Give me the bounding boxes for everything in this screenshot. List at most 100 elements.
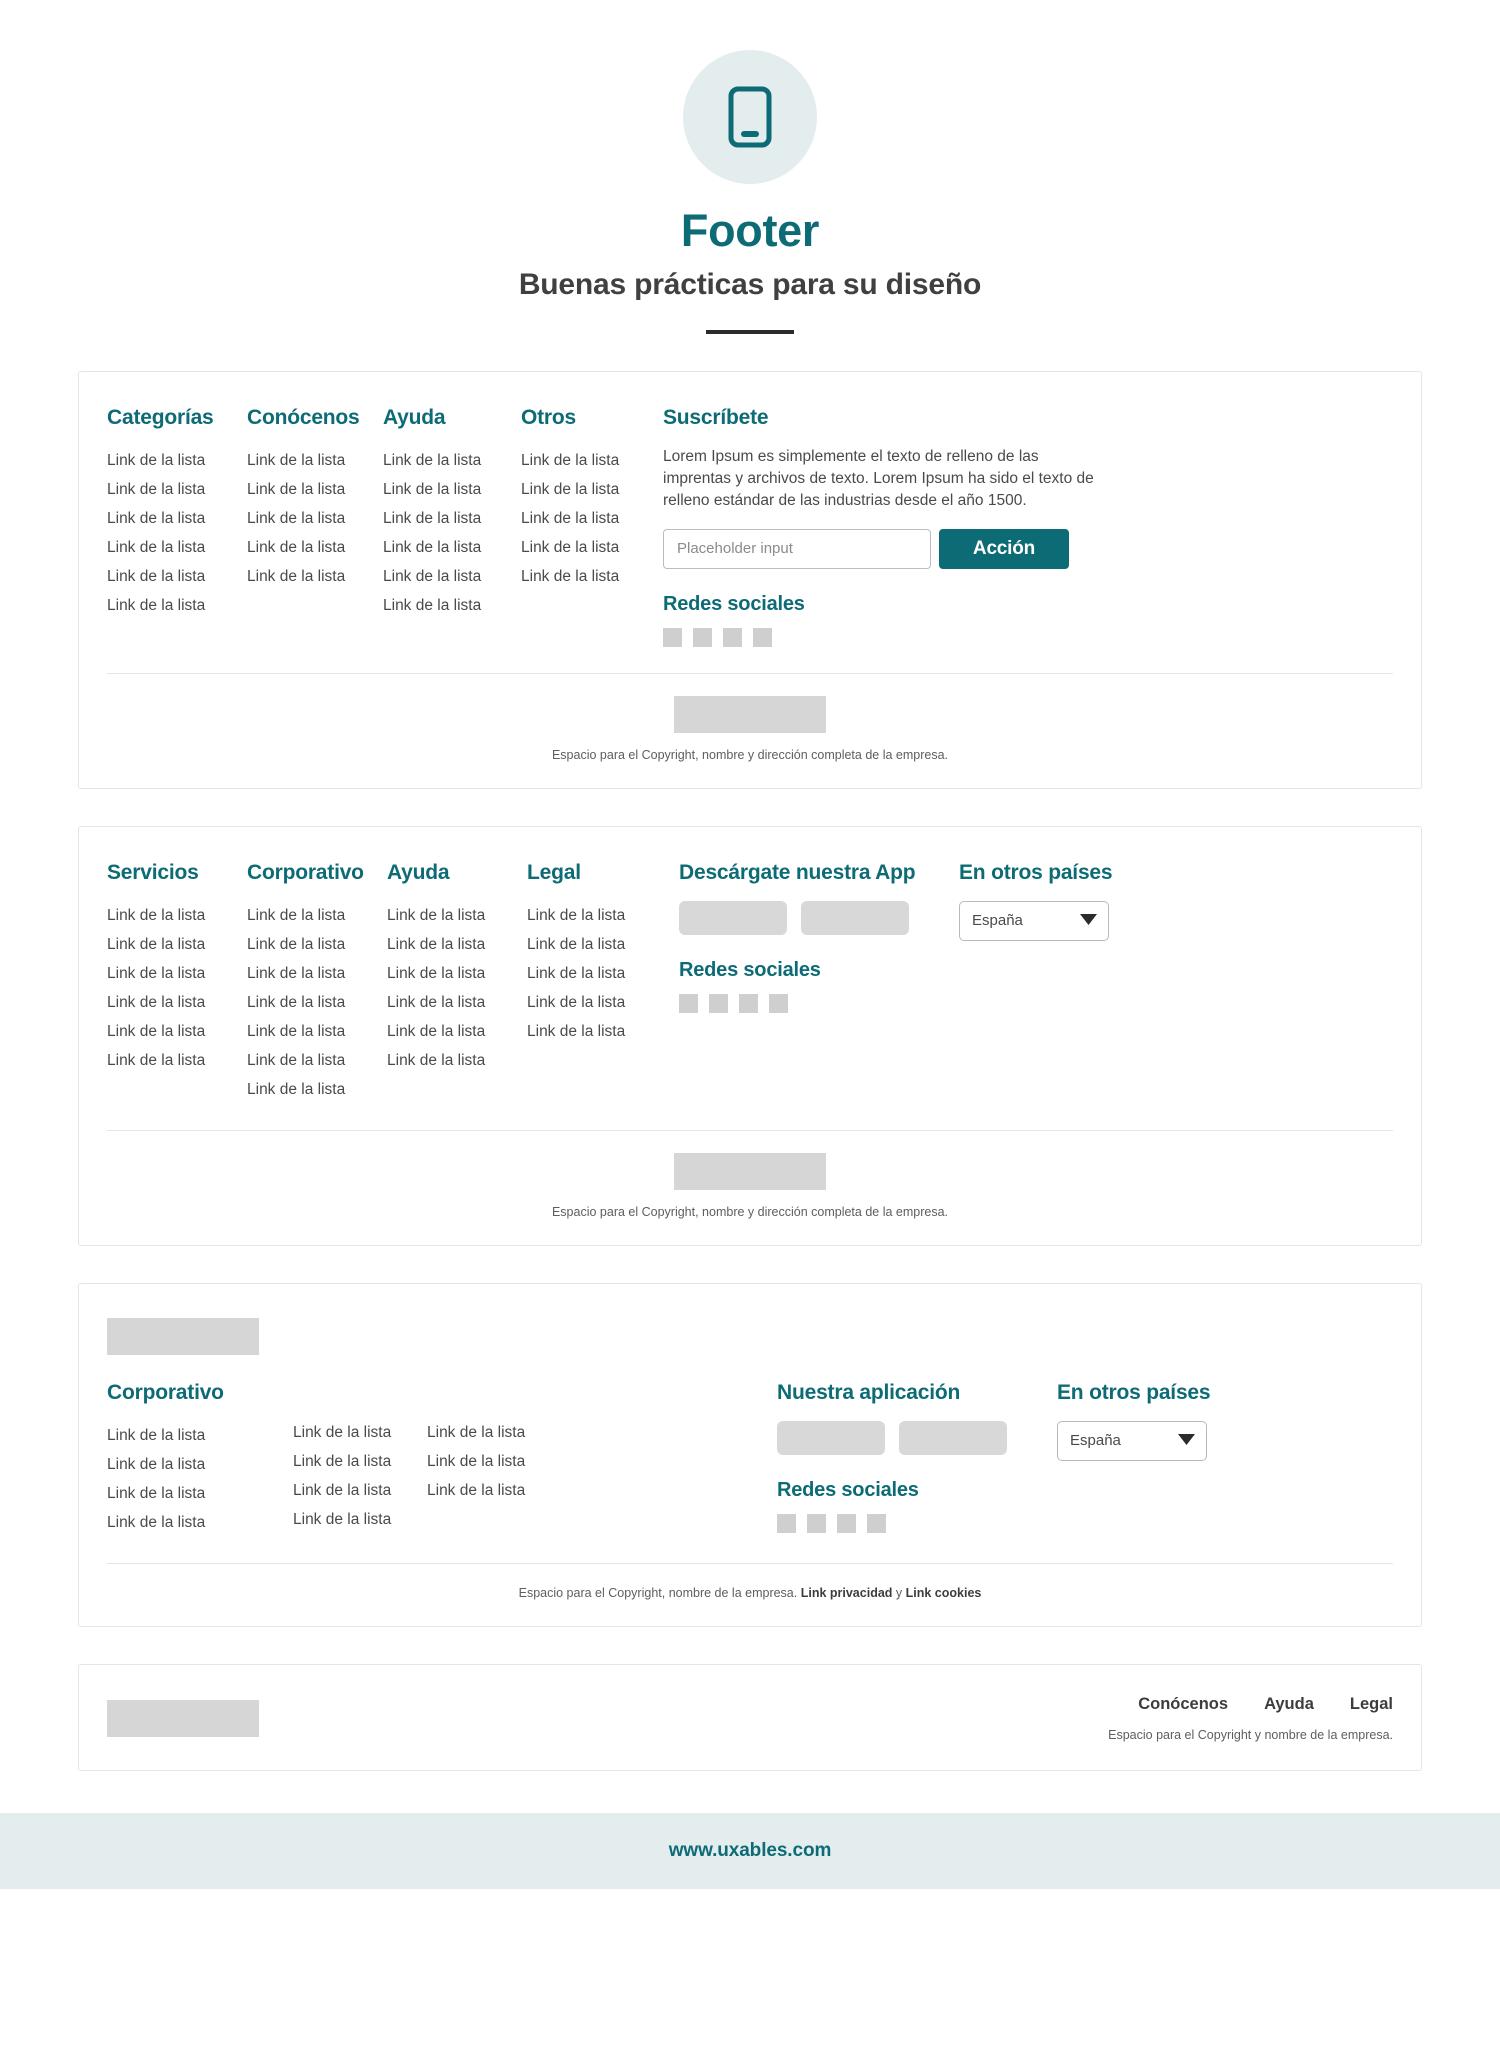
- list-item[interactable]: Link de la lista: [107, 504, 247, 533]
- list-item[interactable]: Link de la lista: [107, 930, 247, 959]
- list-item[interactable]: Link de la lista: [247, 504, 383, 533]
- list-item[interactable]: Link de la lista: [387, 959, 527, 988]
- list-item[interactable]: Link de la lista: [527, 930, 679, 959]
- list-item[interactable]: Link de la lista: [107, 475, 247, 504]
- list-item[interactable]: Link de la lista: [427, 1476, 777, 1505]
- list-item[interactable]: Link de la lista: [247, 1017, 387, 1046]
- list-item[interactable]: Link de la lista: [387, 988, 527, 1017]
- list-item[interactable]: Link de la lista: [293, 1447, 427, 1476]
- column-heading: Ayuda: [383, 405, 446, 429]
- country-select[interactable]: España: [959, 900, 1109, 941]
- site-url-link[interactable]: www.uxables.com: [669, 1840, 832, 1862]
- app-download-heading: Descárgate nuestra App: [679, 860, 916, 884]
- app-download-heading: Nuestra aplicación: [777, 1380, 961, 1404]
- app-store-badge[interactable]: [679, 900, 787, 935]
- app-store-badge[interactable]: [777, 1420, 885, 1455]
- list-item[interactable]: Link de la lista: [383, 533, 521, 562]
- list-item[interactable]: Link de la lista: [383, 504, 521, 533]
- list-item[interactable]: Link de la lista: [107, 533, 247, 562]
- subscribe-action-button[interactable]: Acción: [939, 528, 1069, 569]
- social-icon-2[interactable]: [709, 993, 728, 1013]
- social-icon-4[interactable]: [867, 1513, 886, 1533]
- link-column-corporativo: Corporativo Link de la lista Link de la …: [247, 861, 387, 1104]
- list-item[interactable]: Link de la lista: [247, 475, 383, 504]
- social-icon-1[interactable]: [777, 1513, 796, 1533]
- list-item[interactable]: Link de la lista: [521, 475, 663, 504]
- link-column-2: Link de la lista Link de la lista Link d…: [293, 1381, 427, 1534]
- list-item[interactable]: Link de la lista: [107, 591, 247, 620]
- country-heading: En otros países: [959, 860, 1113, 884]
- list-item[interactable]: Link de la lista: [247, 959, 387, 988]
- list-item[interactable]: Link de la lista: [383, 446, 521, 475]
- privacy-link[interactable]: Link privacidad: [801, 1586, 893, 1600]
- column-heading: Conócenos: [247, 405, 360, 429]
- social-icon-2[interactable]: [807, 1513, 826, 1533]
- nav-link-conocenos[interactable]: Conócenos: [1138, 1695, 1228, 1714]
- list-item[interactable]: Link de la lista: [107, 1508, 293, 1537]
- list-item[interactable]: Link de la lista: [107, 1479, 293, 1508]
- list-item[interactable]: Link de la lista: [383, 475, 521, 504]
- country-select[interactable]: España: [1057, 1420, 1207, 1461]
- subscribe-email-input[interactable]: [663, 528, 931, 569]
- list-item[interactable]: Link de la lista: [527, 1017, 679, 1046]
- list-item[interactable]: Link de la lista: [107, 988, 247, 1017]
- subscribe-paragraph: Lorem Ipsum es simplemente el texto de r…: [663, 447, 1094, 509]
- list-item[interactable]: Link de la lista: [387, 901, 527, 930]
- google-play-badge[interactable]: [801, 900, 909, 935]
- list-item[interactable]: Link de la lista: [247, 988, 387, 1017]
- cookies-link[interactable]: Link cookies: [906, 1586, 982, 1600]
- social-icon-2[interactable]: [693, 627, 712, 647]
- list-item[interactable]: Link de la lista: [387, 1017, 527, 1046]
- list-item[interactable]: Link de la lista: [521, 504, 663, 533]
- nav-link-legal[interactable]: Legal: [1350, 1695, 1393, 1714]
- list-item[interactable]: Link de la lista: [247, 930, 387, 959]
- list-item[interactable]: Link de la lista: [247, 1075, 387, 1104]
- list-item[interactable]: Link de la lista: [527, 959, 679, 988]
- google-play-badge[interactable]: [899, 1420, 1007, 1455]
- list-item[interactable]: Link de la lista: [107, 959, 247, 988]
- list-item[interactable]: Link de la lista: [247, 446, 383, 475]
- page-subtitle: Buenas prácticas para su diseño: [518, 267, 982, 301]
- list-item[interactable]: Link de la lista: [293, 1418, 427, 1447]
- list-item[interactable]: Link de la lista: [247, 901, 387, 930]
- list-item[interactable]: Link de la lista: [521, 562, 663, 591]
- link-column-corporativo: Corporativo Link de la lista Link de la …: [107, 1381, 293, 1537]
- list-item[interactable]: Link de la lista: [247, 1046, 387, 1075]
- country-select-wrapper: España: [959, 900, 1109, 941]
- card2-columns: Servicios Link de la lista Link de la li…: [107, 861, 1393, 1104]
- list-item[interactable]: Link de la lista: [527, 988, 679, 1017]
- footer-variant-2-card: Servicios Link de la lista Link de la li…: [78, 825, 1422, 1246]
- list-item[interactable]: Link de la lista: [107, 446, 247, 475]
- app-badges-row: [679, 900, 959, 935]
- list-item[interactable]: Link de la lista: [527, 901, 679, 930]
- list-item[interactable]: Link de la lista: [247, 562, 383, 591]
- list-item[interactable]: Link de la lista: [293, 1505, 427, 1534]
- list-item[interactable]: Link de la lista: [427, 1447, 777, 1476]
- list-item[interactable]: Link de la lista: [427, 1418, 777, 1447]
- list-item[interactable]: Link de la lista: [247, 533, 383, 562]
- list-item[interactable]: Link de la lista: [107, 901, 247, 930]
- social-icon-3[interactable]: [837, 1513, 856, 1533]
- nav-link-ayuda[interactable]: Ayuda: [1264, 1695, 1314, 1714]
- list-item[interactable]: Link de la lista: [293, 1476, 427, 1505]
- title-divider: [706, 329, 794, 334]
- social-icons-row: [679, 993, 959, 1013]
- social-icon-1[interactable]: [679, 993, 698, 1013]
- list-item[interactable]: Link de la lista: [107, 1421, 293, 1450]
- list-item[interactable]: Link de la lista: [107, 562, 247, 591]
- social-icon-4[interactable]: [769, 993, 788, 1013]
- social-icon-4[interactable]: [753, 627, 772, 647]
- list-item[interactable]: Link de la lista: [107, 1017, 247, 1046]
- social-icon-1[interactable]: [663, 627, 682, 647]
- list-item[interactable]: Link de la lista: [107, 1046, 247, 1075]
- link-column-legal: Legal Link de la lista Link de la lista …: [527, 861, 679, 1046]
- list-item[interactable]: Link de la lista: [383, 562, 521, 591]
- social-icon-3[interactable]: [723, 627, 742, 647]
- list-item[interactable]: Link de la lista: [521, 533, 663, 562]
- list-item[interactable]: Link de la lista: [387, 1046, 527, 1075]
- list-item[interactable]: Link de la lista: [521, 446, 663, 475]
- list-item[interactable]: Link de la lista: [107, 1450, 293, 1479]
- social-icon-3[interactable]: [739, 993, 758, 1013]
- list-item[interactable]: Link de la lista: [383, 591, 521, 620]
- list-item[interactable]: Link de la lista: [387, 930, 527, 959]
